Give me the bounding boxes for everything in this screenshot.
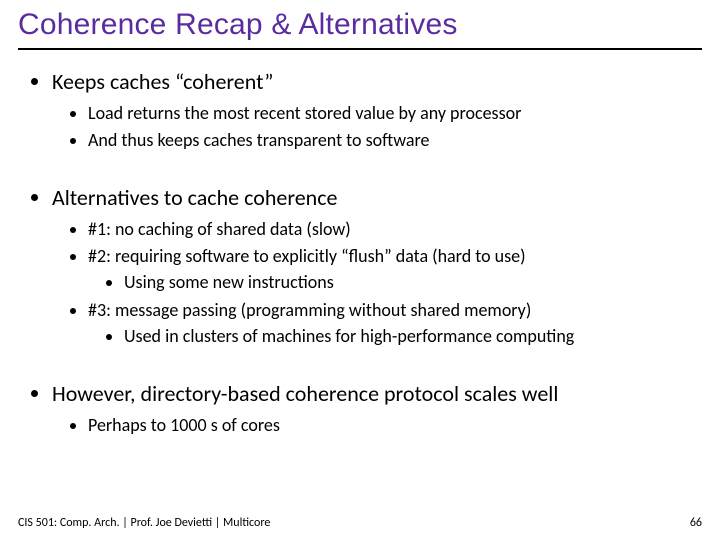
bullet-list: Alternatives to cache coherence #1: no c…: [18, 184, 702, 348]
sub-bullets: Perhaps to 1000 s of cores: [52, 413, 702, 437]
bullet-perhaps: Perhaps to 1000 s of cores: [88, 413, 702, 437]
bullet-alt3-detail: Used in clusters of machines for high-pe…: [124, 324, 702, 348]
bullet-text: Keeps caches “coherent”: [52, 68, 273, 95]
bullet-list: However, directory-based coherence proto…: [18, 380, 702, 437]
spacer: [18, 156, 702, 184]
bullet-text: Alternatives to cache coherence: [52, 184, 337, 211]
bullet-list: Keeps caches “coherent” Load returns the…: [18, 68, 702, 152]
sub-bullets: #1: no caching of shared data (slow) #2:…: [52, 217, 702, 348]
bullet-keeps-coherent: Keeps caches “coherent” Load returns the…: [52, 68, 702, 152]
bullet-alt1: #1: no caching of shared data (slow): [88, 217, 702, 241]
sub-sub-bullets: Using some new instructions: [88, 270, 702, 294]
sub-sub-bullets: Used in clusters of machines for high-pe…: [88, 324, 702, 348]
page-number: 66: [690, 516, 702, 530]
bullet-text: #3: message passing (programming without…: [88, 299, 531, 321]
bullet-alternatives: Alternatives to cache coherence #1: no c…: [52, 184, 702, 348]
bullet-alt3: #3: message passing (programming without…: [88, 298, 702, 349]
bullet-load-returns: Load returns the most recent stored valu…: [88, 101, 702, 125]
footer: CIS 501: Comp. Arch. | Prof. Joe Deviett…: [18, 516, 702, 530]
bullet-alt2-detail: Using some new instructions: [124, 270, 702, 294]
spacer: [18, 352, 702, 380]
footer-left: CIS 501: Comp. Arch. | Prof. Joe Deviett…: [18, 516, 270, 530]
sub-bullets: Load returns the most recent stored valu…: [52, 101, 702, 153]
slide-title: Coherence Recap & Alternatives: [18, 8, 702, 48]
bullet-transparent: And thus keeps caches transparent to sof…: [88, 128, 702, 152]
bullet-text: #2: requiring software to explicitly “fl…: [88, 245, 526, 267]
bullet-text: However, directory-based coherence proto…: [52, 380, 558, 407]
slide: Coherence Recap & Alternatives Keeps cac…: [0, 0, 720, 540]
title-underline: [18, 48, 702, 50]
bullet-however: However, directory-based coherence proto…: [52, 380, 702, 437]
bullet-alt2: #2: requiring software to explicitly “fl…: [88, 244, 702, 295]
